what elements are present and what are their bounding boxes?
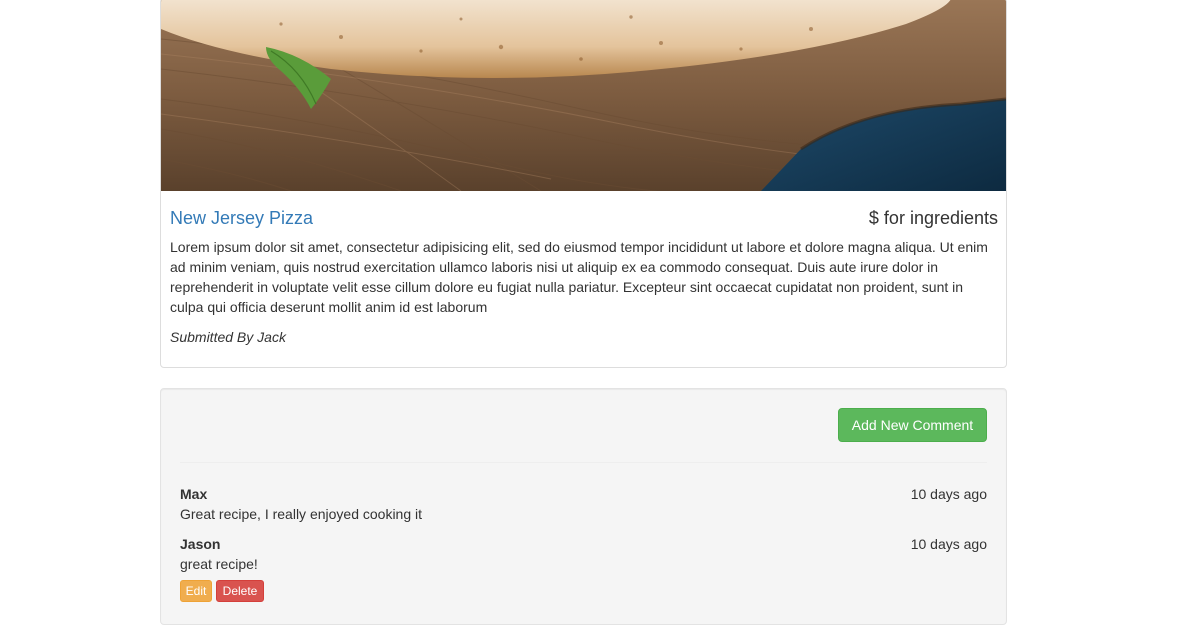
comment-text: Great recipe, I really enjoyed cooking i…: [180, 506, 423, 522]
comment-timestamp: 10 days ago: [910, 486, 987, 502]
recipe-caption: New Jersey Pizza $ for ingredients Lorem…: [170, 199, 998, 345]
comment-author: Jason: [180, 536, 221, 552]
delete-comment-button[interactable]: Delete: [216, 580, 264, 602]
recipe-title-row: New Jersey Pizza $ for ingredients: [170, 199, 998, 239]
edit-comment-button[interactable]: Edit: [180, 580, 212, 602]
comment-text: great recipe!: [180, 556, 258, 572]
recipe-description: Lorem ipsum dolor sit amet, consectetur …: [170, 239, 988, 315]
recipe-image: [161, 0, 1006, 191]
comment-timestamp: 10 days ago: [910, 536, 987, 552]
add-new-comment-button[interactable]: Add New Comment: [838, 408, 987, 442]
comment-author: Max: [180, 486, 208, 502]
recipe-title-link[interactable]: New Jersey Pizza: [170, 208, 313, 228]
comments-divider: [180, 462, 987, 463]
pizza-photo: [161, 0, 1006, 191]
submitted-by: Submitted By Jack: [170, 329, 286, 345]
comments-well: Add New Comment Max 10 days ago Great re…: [160, 388, 1007, 625]
recipe-price: $ for ingredients: [868, 208, 998, 228]
recipe-card: New Jersey Pizza $ for ingredients Lorem…: [160, 0, 1007, 368]
